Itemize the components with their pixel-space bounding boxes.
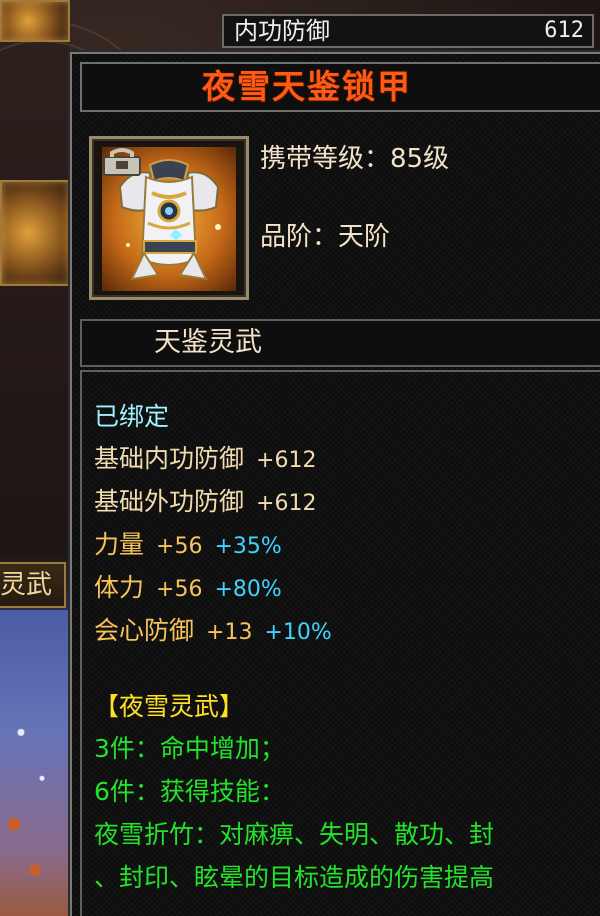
stat-label: 基础外功防御 <box>94 487 245 516</box>
equipment-slot[interactable] <box>0 180 70 286</box>
lingwu-tab[interactable]: 灵武 <box>0 562 66 608</box>
carry-level: 携带等级：85级 <box>260 144 450 174</box>
item-grade: 品阶：天阶 <box>260 222 391 252</box>
stat-label: 基础内功防御 <box>94 444 245 473</box>
item-tooltip: 夜雪天鉴锁甲 携带等级：85级 品阶：天阶 天鉴灵武 已绑定 基础内功防御 +6… <box>70 52 600 916</box>
item-series: 天鉴灵武 <box>154 327 262 358</box>
snow-scene <box>0 610 70 916</box>
set-bonus-3: 3件：命中增加； <box>94 734 285 763</box>
stat-bonus: +35% <box>214 534 282 559</box>
stat-bonus: +80% <box>214 577 282 602</box>
armor-icon <box>102 147 236 291</box>
lingwu-tab-label: 灵武 <box>0 570 53 600</box>
set-title: 【夜雪灵武】 <box>94 692 245 721</box>
stat-line-crit-defense: 会心防御 +13 +10% <box>94 616 332 648</box>
set-skill-line-2: 、封印、眩晕的目标造成的伤害提高 <box>94 863 495 892</box>
stat-label: 力量 <box>94 530 145 559</box>
item-icon-frame <box>89 136 249 300</box>
stat-value: +13 <box>206 620 253 645</box>
item-title-bar: 夜雪天鉴锁甲 <box>80 62 600 112</box>
stat-value: +56 <box>156 534 203 559</box>
stat-value: +56 <box>156 577 203 602</box>
background-scene: 灵武 <box>0 0 164 916</box>
stat-line-base-inner-defense: 基础内功防御 +612 <box>94 444 316 476</box>
stat-label: 会心防御 <box>94 616 195 645</box>
set-skill-line-1: 夜雪折竹：对麻痹、失明、散功、封 <box>94 820 495 849</box>
stat-line-strength: 力量 +56 +35% <box>94 530 282 562</box>
inner-defense-stat-row: 内功防御 612 <box>222 14 594 48</box>
game-screen: 灵武 内功防御 612 夜雪天鉴锁甲 携带等级：85级 品阶：天阶 天鉴灵武 已… <box>0 0 600 916</box>
set-bonus-6: 6件：获得技能： <box>94 777 285 806</box>
item-name: 夜雪天鉴锁甲 <box>202 67 412 106</box>
stat-value: +612 <box>256 491 317 516</box>
stat-label: 体力 <box>94 573 145 602</box>
stat-bonus: +10% <box>264 620 332 645</box>
bound-status: 已绑定 <box>94 402 170 431</box>
stat-line-base-outer-defense: 基础外功防御 +612 <box>94 487 316 519</box>
lock-icon <box>103 148 141 176</box>
equipment-slot[interactable] <box>0 0 70 42</box>
stat-value: +612 <box>256 448 317 473</box>
stats-section: 已绑定 基础内功防御 +612 基础外功防御 +612 力量 +56 +35% 体力 +5… <box>80 370 600 916</box>
stat-label: 内功防御 <box>234 17 330 45</box>
series-bar: 天鉴灵武 <box>80 319 600 367</box>
stat-value: 612 <box>544 18 584 43</box>
stat-line-stamina: 体力 +56 +80% <box>94 573 282 605</box>
